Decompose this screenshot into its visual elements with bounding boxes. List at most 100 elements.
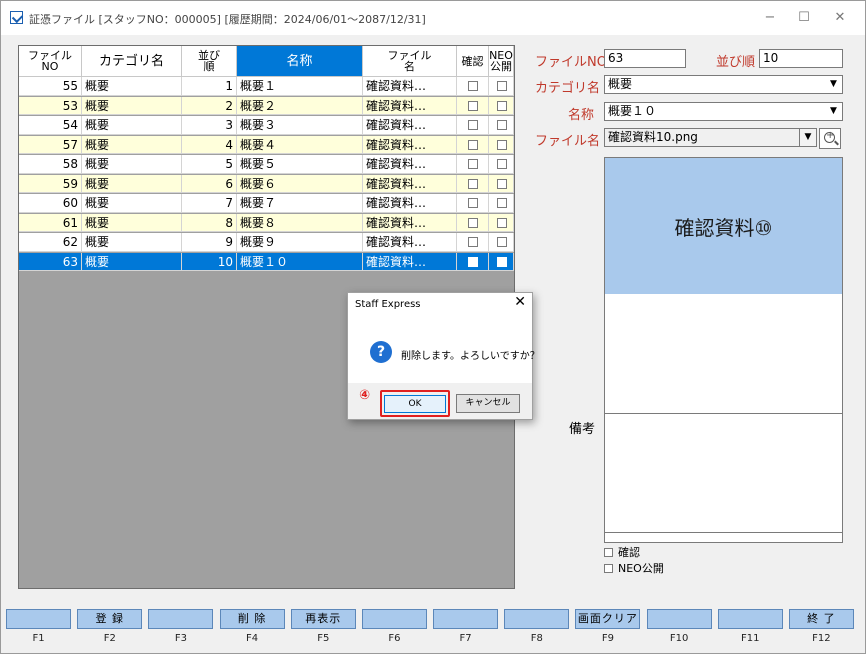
confirm-checkbox-label: 確認	[618, 546, 640, 559]
checkbox-icon[interactable]	[496, 217, 507, 228]
checkbox-icon[interactable]	[496, 81, 507, 91]
category-value: 概要	[608, 77, 633, 91]
checkbox-icon[interactable]	[468, 159, 478, 169]
checkbox-icon[interactable]	[468, 237, 478, 247]
minimize-button[interactable]: −	[755, 7, 785, 29]
table-row[interactable]: 61 概要 8 概要８ 確認資料…	[19, 213, 514, 232]
confirm-checkbox-cell	[457, 96, 489, 115]
cell-name: 概要２	[237, 96, 363, 115]
fkey-button-f3[interactable]	[148, 609, 214, 629]
fkey-button-f8[interactable]	[504, 609, 570, 629]
neo-checkbox-cell	[489, 96, 514, 115]
checkbox-icon[interactable]	[496, 100, 507, 111]
checkbox-icon[interactable]	[496, 120, 507, 130]
title-bar: 証憑ファイル [スタッフNO：000005] [履歴期間：2024/06/01～…	[1, 1, 865, 35]
confirm-checkbox-cell	[457, 135, 489, 154]
confirm-checkbox-cell	[457, 116, 489, 135]
table-row[interactable]: 53 概要 2 概要２ 確認資料…	[19, 96, 514, 115]
chevron-down-icon[interactable]: ▼	[799, 129, 816, 146]
checkbox-icon[interactable]	[468, 217, 478, 228]
cell-order: 6	[182, 174, 237, 193]
neo-checkbox-cell	[489, 233, 514, 252]
checkbox-icon[interactable]	[496, 159, 507, 169]
fkey-button-f4[interactable]: 削 除	[219, 609, 285, 629]
fkey-label-f12: F12	[812, 633, 831, 644]
checkbox-icon[interactable]	[604, 548, 613, 557]
fkey-button-f12[interactable]: 終 了	[788, 609, 854, 629]
neo-public-checkbox[interactable]: NEO公開	[604, 560, 664, 576]
name-select[interactable]: 概要１０ ▼	[604, 102, 843, 121]
table-row[interactable]: 55 概要 1 概要１ 確認資料…	[19, 77, 514, 96]
cell-file-no: 57	[19, 135, 82, 154]
file-no-field[interactable]: 63	[604, 49, 686, 68]
cell-file-no: 53	[19, 96, 82, 115]
checkbox-icon[interactable]	[468, 120, 478, 130]
confirm-checkbox[interactable]: 確認	[604, 544, 640, 560]
dialog-title: Staff Express	[355, 299, 421, 310]
col-header-name[interactable]: 名称	[237, 46, 363, 77]
checkbox-icon[interactable]	[468, 81, 478, 91]
close-button[interactable]: ✕	[825, 7, 855, 29]
cell-file-no: 60	[19, 194, 82, 213]
checkbox-icon[interactable]	[496, 178, 507, 189]
cell-filename: 確認資料…	[363, 96, 457, 115]
cell-order: 9	[182, 233, 237, 252]
confirm-checkbox-cell	[457, 194, 489, 213]
chevron-down-icon[interactable]: ▼	[825, 103, 842, 120]
col-header-filename[interactable]: ファイル名	[363, 46, 457, 77]
col-header-neo[interactable]: NEO 公開	[489, 46, 514, 77]
checkbox-icon[interactable]	[496, 256, 507, 267]
ok-button[interactable]: OK	[384, 395, 446, 413]
checkbox-icon[interactable]	[468, 178, 478, 189]
col-header-confirm[interactable]: 確認	[457, 46, 489, 77]
memo-label: 備考	[569, 422, 596, 437]
checkbox-icon[interactable]	[496, 139, 507, 150]
checkbox-icon[interactable]	[468, 139, 478, 150]
table-row[interactable]: 59 概要 6 概要６ 確認資料…	[19, 174, 514, 193]
fkey-button-f11[interactable]	[717, 609, 783, 629]
table-row[interactable]: 62 概要 9 概要９ 確認資料…	[19, 233, 514, 252]
fkey-button-f9[interactable]: 画面クリア	[575, 609, 641, 629]
preview-image: 確認資料⑩	[605, 158, 842, 294]
order-field[interactable]: 10	[759, 49, 843, 68]
neo-checkbox-cell	[489, 252, 514, 271]
cell-name: 概要３	[237, 116, 363, 135]
fkey-button-f2[interactable]: 登 録	[77, 609, 143, 629]
cancel-button[interactable]: キャンセル	[456, 394, 520, 413]
checkbox-icon[interactable]	[496, 237, 507, 247]
checkbox-icon[interactable]	[468, 256, 478, 267]
fkey-button-f1[interactable]	[6, 609, 72, 629]
close-icon[interactable]: ✕	[514, 294, 526, 310]
checkbox-icon[interactable]	[496, 198, 507, 208]
col-header-file-no[interactable]: ファイル NO	[19, 46, 82, 77]
fkey-button-f5[interactable]: 再表示	[290, 609, 356, 629]
fkey-label-f8: F8	[530, 633, 543, 644]
table-row[interactable]: 58 概要 5 概要５ 確認資料…	[19, 155, 514, 174]
fkey-button-f10[interactable]	[646, 609, 712, 629]
app-icon	[10, 11, 23, 24]
table-row[interactable]: 60 概要 7 概要７ 確認資料…	[19, 194, 514, 213]
cell-category: 概要	[82, 194, 182, 213]
cell-order: 8	[182, 213, 237, 232]
checkbox-icon[interactable]	[604, 564, 613, 573]
category-select[interactable]: 概要 ▼	[604, 75, 843, 94]
table-row[interactable]: 57 概要 4 概要４ 確認資料…	[19, 135, 514, 154]
checkbox-icon[interactable]	[468, 198, 478, 208]
zoom-in-button[interactable]	[819, 128, 841, 149]
cell-order: 2	[182, 96, 237, 115]
col-header-category[interactable]: カテゴリ名	[82, 46, 182, 77]
memo-textarea[interactable]	[604, 413, 843, 533]
maximize-button[interactable]: ☐	[789, 7, 819, 29]
fkey-button-f7[interactable]	[433, 609, 499, 629]
confirm-dialog: Staff Express ✕ ? 削除します。よろしいですか？ ④ OK キャ…	[347, 292, 540, 420]
cell-file-no: 54	[19, 116, 82, 135]
checkbox-icon[interactable]	[468, 100, 478, 111]
fkey-button-f6[interactable]	[361, 609, 427, 629]
cell-category: 概要	[82, 96, 182, 115]
cell-name: 概要８	[237, 213, 363, 232]
filename-select[interactable]: 確認資料10.png ▼	[604, 128, 817, 147]
table-row[interactable]: 54 概要 3 概要３ 確認資料…	[19, 116, 514, 135]
table-row[interactable]: 63 概要 10 概要１０ 確認資料…	[19, 252, 514, 271]
chevron-down-icon[interactable]: ▼	[825, 76, 842, 93]
col-header-order[interactable]: 並び順	[182, 46, 237, 77]
